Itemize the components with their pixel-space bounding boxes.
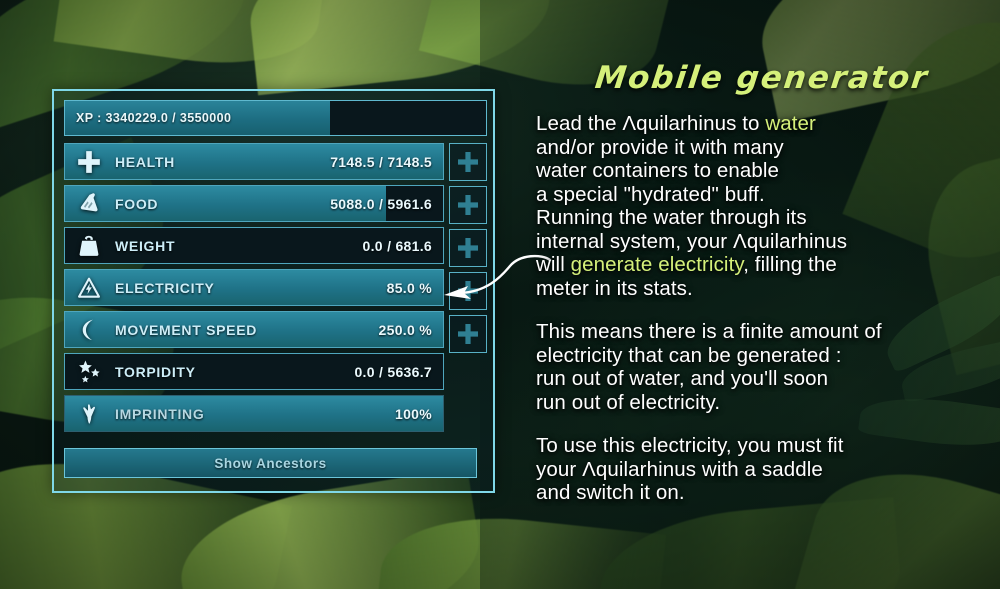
stat-label-torpidity: TORPIDITY bbox=[115, 363, 196, 380]
stat-value-health: 7148.5 / 7148.5 bbox=[330, 153, 432, 170]
stat-value-torpidity: 0.0 / 5636.7 bbox=[354, 363, 432, 380]
stat-label-health: HEALTH bbox=[115, 153, 175, 170]
body-text: and/or provide it with many bbox=[536, 135, 784, 159]
plus-icon bbox=[458, 195, 478, 215]
info-text-panel: Mobile generator Lead the Λquilarhinus t… bbox=[536, 60, 988, 525]
stat-value-movement-speed: 250.0 % bbox=[378, 321, 432, 338]
stat-row-imprinting[interactable]: IMPRINTING 100% bbox=[64, 395, 444, 432]
stat-value-electricity: 85.0 % bbox=[386, 279, 432, 296]
plus-icon bbox=[458, 324, 478, 344]
info-paragraph: This means there is a finite amount of el… bbox=[536, 320, 988, 414]
creature-stats-panel: XP : 3340229.0 / 3550000 HEALTH 7148.5 /… bbox=[52, 89, 495, 493]
highlighted-text: generate electricity bbox=[570, 253, 744, 276]
body-text: meter in its stats. bbox=[536, 276, 693, 300]
body-text: run out of water, and you'll soon bbox=[536, 367, 829, 390]
body-text: Running the water through its bbox=[536, 206, 807, 229]
page-title: Mobile generator bbox=[593, 60, 931, 96]
stat-row-movement-speed[interactable]: MOVEMENT SPEED 250.0 % bbox=[64, 311, 444, 348]
stat-row-food[interactable]: FOOD 5088.0 / 5961.6 bbox=[64, 185, 444, 222]
show-ancestors-button[interactable]: Show Ancestors bbox=[64, 448, 477, 478]
highlighted-text: water bbox=[765, 112, 816, 135]
plus-button-food[interactable] bbox=[449, 186, 487, 224]
stat-value-imprinting: 100% bbox=[394, 405, 432, 422]
plus-icon bbox=[458, 152, 478, 172]
plus-button-electricity[interactable] bbox=[449, 272, 487, 310]
weight-icon bbox=[70, 228, 108, 263]
stat-label-food: FOOD bbox=[115, 195, 159, 212]
plus-icon bbox=[458, 281, 478, 301]
body-text: electricity that can be generated : bbox=[536, 343, 842, 367]
body-text: a special "hydrated" buff. bbox=[536, 182, 765, 206]
plus-button-movement-speed[interactable] bbox=[449, 315, 487, 353]
stat-row-electricity[interactable]: ELECTRICITY 85.0 % bbox=[64, 269, 444, 306]
plus-button-health[interactable] bbox=[449, 143, 487, 181]
stat-row-health[interactable]: HEALTH 7148.5 / 7148.5 bbox=[64, 143, 444, 180]
stat-label-electricity: ELECTRICITY bbox=[115, 279, 215, 296]
footprint-icon bbox=[70, 396, 108, 431]
stat-row-torpidity[interactable]: TORPIDITY 0.0 / 5636.7 bbox=[64, 353, 444, 390]
meat-icon bbox=[70, 186, 108, 221]
xp-bar: XP : 3340229.0 / 3550000 bbox=[64, 100, 487, 136]
cross-icon bbox=[70, 144, 108, 179]
body-text: internal system, your Λquilarhinus bbox=[536, 229, 848, 253]
body-text: This means there is a finite amount of bbox=[536, 320, 882, 343]
xp-label: XP : 3340229.0 / 3550000 bbox=[76, 111, 232, 125]
body-text: , filling the bbox=[743, 253, 837, 276]
body-text: water containers to enable bbox=[536, 159, 780, 182]
stars-icon bbox=[70, 354, 108, 389]
stat-row-weight[interactable]: WEIGHT 0.0 / 681.6 bbox=[64, 227, 444, 264]
body-text: and switch it on. bbox=[536, 481, 685, 504]
plus-button-weight[interactable] bbox=[449, 229, 487, 267]
body-text: your Λquilarhinus with a saddle bbox=[536, 457, 823, 481]
electricity-icon bbox=[70, 270, 108, 305]
stat-label-movement-speed: MOVEMENT SPEED bbox=[115, 321, 258, 338]
body-text: Lead the Λquilarhinus to bbox=[536, 112, 766, 135]
info-paragraph: To use this electricity, you must fit you… bbox=[536, 434, 988, 505]
info-paragraph: Lead the Λquilarhinus to water and/or pro… bbox=[536, 112, 988, 300]
boot-icon bbox=[70, 312, 108, 347]
stat-label-imprinting: IMPRINTING bbox=[115, 405, 205, 422]
body-text: will bbox=[536, 253, 571, 276]
plus-icon bbox=[458, 238, 478, 258]
body-text: run out of electricity. bbox=[536, 390, 721, 414]
stat-label-weight: WEIGHT bbox=[115, 237, 176, 254]
stat-value-weight: 0.0 / 681.6 bbox=[362, 237, 432, 254]
info-body: Lead the Λquilarhinus to water and/or pro… bbox=[536, 112, 988, 505]
stat-value-food: 5088.0 / 5961.6 bbox=[330, 195, 432, 212]
body-text: To use this electricity, you must fit bbox=[536, 434, 844, 457]
